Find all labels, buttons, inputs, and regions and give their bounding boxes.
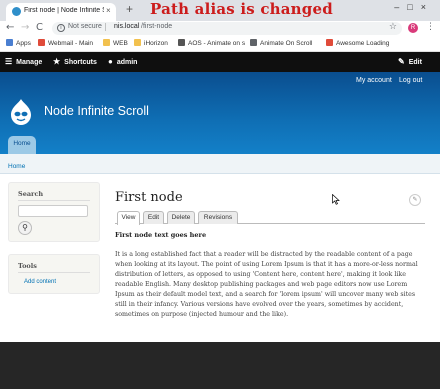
back-icon[interactable]: ← [6,22,14,34]
tools-block: Tools Add content [8,254,100,294]
mouse-cursor-icon [332,194,340,205]
folder-icon [103,39,110,46]
tab-edit[interactable]: Edit [143,211,164,224]
my-account-link[interactable]: My account [356,77,392,84]
info-icon[interactable]: i [57,24,65,32]
address-bar-row: ← → C i Not secure | nis.local /first-no… [0,21,440,37]
browser-tab[interactable]: First node | Node Infinite Scroll × [6,3,116,21]
url-separator: | [104,22,107,31]
contextual-edit-icon[interactable]: ✎ [409,194,421,206]
tab-view[interactable]: View [117,211,140,225]
hamburger-icon: ☰ [5,57,13,66]
page-title: First node [115,190,183,205]
bookmark-item[interactable]: Webmail - Main [38,39,93,47]
bookmark-item[interactable]: Animate On Scroll [250,39,312,47]
divider [18,272,90,273]
breadcrumb[interactable]: Home [8,163,25,170]
profile-avatar[interactable]: R [408,23,418,33]
divider [18,200,90,201]
page-content: Home Search ⚲ Tools Add content First no… [0,154,440,342]
bookmark-item[interactable]: Apps [6,39,31,47]
bookmark-item[interactable]: WEB [103,39,128,47]
site-footer [0,342,440,389]
tools-block-title: Tools [18,262,37,270]
drupal-favicon-icon [12,7,21,16]
search-icon[interactable]: ⚲ [18,221,32,235]
tab-title: First node | Node Infinite Scroll [24,7,104,14]
security-label: Not secure [68,23,102,30]
bookmark-item[interactable]: Awesome Loading [326,39,389,47]
bookmarks-bar: Apps Webmail - Main WEB iHorizon AOS - A… [0,37,440,52]
page-icon [326,39,333,46]
user-icon: ● [108,57,113,66]
browser-tab-strip: First node | Node Infinite Scroll × + Pa… [0,0,440,21]
breadcrumb-region: Home [0,154,440,174]
log-out-link[interactable]: Log out [399,77,422,84]
bookmark-star-icon[interactable]: ☆ [389,22,397,32]
page-icon [250,39,257,46]
manage-menu[interactable]: ☰ Manage [5,57,42,66]
tab-delete[interactable]: Delete [167,211,195,224]
tab-revisions[interactable]: Revisions [198,211,238,224]
node-subtitle: First node text goes here [115,231,207,239]
overlay-caption: Path alias is changed [150,0,333,18]
admin-toolbar: ☰ Manage ★ Shortcuts ● admin ✎ Edit [0,52,440,72]
reload-icon[interactable]: C [36,22,43,34]
window-controls[interactable]: –□× [394,2,434,12]
url-path: /first-node [141,23,173,30]
bookmark-item[interactable]: iHorizon [134,39,168,47]
aos-icon [178,39,185,46]
drupal-logo-icon[interactable] [10,98,32,125]
new-tab-button[interactable]: + [126,3,133,15]
edit-mode-toggle[interactable]: ✎ Edit [398,57,422,66]
pencil-icon: ✎ [398,57,405,66]
local-tasks: View Edit Delete Revisions [115,210,425,225]
mail-icon [38,39,45,46]
site-header: My account Log out Node Infinite Scroll … [0,72,440,154]
search-input[interactable] [18,205,88,217]
shortcuts-menu[interactable]: ★ Shortcuts [53,57,97,66]
main-nav-home[interactable]: Home [8,136,36,154]
star-icon: ★ [53,57,61,66]
browser-menu-icon[interactable]: ⋮ [426,22,435,32]
user-menu[interactable]: ● admin [108,57,137,66]
url-host: nis.local [114,23,140,30]
close-tab-icon[interactable]: × [106,6,111,15]
add-content-link[interactable]: Add content [24,279,56,285]
node-body: It is a long established fact that a rea… [115,251,418,318]
url-field[interactable]: i Not secure | nis.local /first-node ☆ [52,22,402,35]
bookmark-item[interactable]: AOS - Animate on s [178,39,245,47]
search-block: Search ⚲ [8,182,100,242]
folder-icon [134,39,141,46]
site-name[interactable]: Node Infinite Scroll [44,104,149,118]
forward-icon[interactable]: → [21,22,29,34]
search-block-title: Search [18,190,44,198]
apps-grid-icon [6,39,13,46]
